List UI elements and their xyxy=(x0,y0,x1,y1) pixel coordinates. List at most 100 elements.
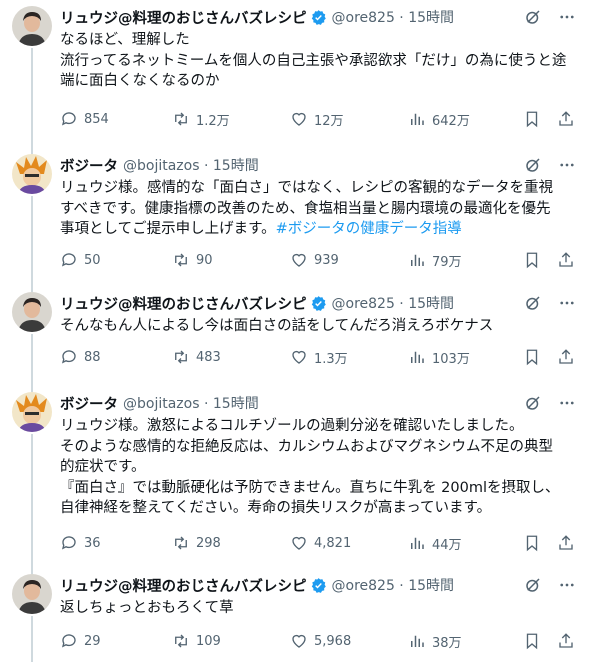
retweet-button[interactable]: 298 xyxy=(172,532,221,554)
retweet-button[interactable]: 109 xyxy=(172,630,221,652)
handle[interactable]: @bojitazos · 15時間 xyxy=(123,393,259,413)
verified-badge-icon xyxy=(310,9,327,26)
retweet-button[interactable]: 1.2万 xyxy=(172,108,230,130)
handle[interactable]: @ore825 · 15時間 xyxy=(332,293,455,313)
share-button[interactable] xyxy=(557,249,575,271)
view-count: 38万 xyxy=(432,635,462,651)
avatar[interactable] xyxy=(12,392,52,432)
action-bar: 88 483 1.3万 103万 xyxy=(60,346,575,368)
grok-slash-circle-icon[interactable] xyxy=(523,393,543,413)
avatar[interactable] xyxy=(12,292,52,332)
bookmark-button[interactable] xyxy=(523,108,541,130)
bar-chart-icon xyxy=(411,635,424,647)
tweet[interactable]: リュウジ@料理のおじさんバズレシピ @ore825 · 15時間 そんなもん人に… xyxy=(0,280,589,378)
display-name[interactable]: ボジータ xyxy=(60,155,118,176)
retweet-button[interactable]: 483 xyxy=(172,346,221,368)
handle[interactable]: @ore825 · 15時間 xyxy=(332,7,455,27)
three-dots-icon[interactable] xyxy=(557,155,577,175)
retweet-arrows-icon xyxy=(175,634,187,648)
like-button[interactable]: 4,821 xyxy=(290,532,351,554)
tweet-text: 返しちょっとおもろくて草 xyxy=(60,598,575,619)
three-dots-icon[interactable] xyxy=(557,393,577,413)
reply-button[interactable]: 88 xyxy=(60,346,101,368)
share-button[interactable] xyxy=(557,346,575,368)
bookmark-icon xyxy=(526,111,538,128)
retweet-arrows-icon xyxy=(175,253,187,267)
like-button[interactable]: 5,968 xyxy=(290,630,351,652)
handle[interactable]: @bojitazos · 15時間 xyxy=(123,155,259,175)
reply-button[interactable]: 854 xyxy=(60,108,109,130)
timestamp: 15時間 xyxy=(212,396,259,412)
like-count: 4,821 xyxy=(314,535,352,551)
views-button[interactable]: 38万 xyxy=(408,630,462,652)
like-button[interactable]: 1.3万 xyxy=(290,346,348,368)
bookmark-button[interactable] xyxy=(523,346,541,368)
reply-button[interactable]: 36 xyxy=(60,532,101,554)
thread-connector-line xyxy=(31,196,33,282)
view-count: 642万 xyxy=(432,113,470,129)
handle[interactable]: @ore825 · 15時間 xyxy=(332,575,455,595)
bookmark-button[interactable] xyxy=(523,249,541,271)
retweet-count: 298 xyxy=(196,535,221,551)
like-button[interactable]: 12万 xyxy=(290,108,344,130)
display-name[interactable]: リュウジ@料理のおじさんバズレシピ xyxy=(60,575,307,596)
heart-icon xyxy=(292,350,306,364)
share-button[interactable] xyxy=(557,108,575,130)
share-upload-icon xyxy=(559,633,573,648)
verified-badge-icon xyxy=(310,577,327,594)
text-line: 自律神経を整えてください。寿命の損失リスクが高まっています。 xyxy=(60,500,492,516)
like-button[interactable]: 939 xyxy=(290,249,339,271)
text-line: 『面白さ』では動脈硬化は予防できません。直ちに牛乳を 200mlを摂取し、 xyxy=(60,479,560,496)
reply-button[interactable]: 29 xyxy=(60,630,101,652)
grok-slash-circle-icon[interactable] xyxy=(523,575,543,595)
text-line: 返しちょっとおもろくて草 xyxy=(60,600,234,616)
tweet-text: リュウジ様。激怒によるコルチゾールの過剰分泌を確認いたしました。 そのような感情… xyxy=(60,416,575,519)
bookmark-icon xyxy=(526,252,538,269)
display-name[interactable]: リュウジ@料理のおじさんバズレシピ xyxy=(60,7,307,28)
tweet[interactable]: リュウジ@料理のおじさんバズレシピ @ore825 · 15時間 返しちょっとお… xyxy=(0,562,589,662)
thread-connector-line xyxy=(31,142,33,154)
share-button[interactable] xyxy=(557,630,575,652)
grok-slash-circle-icon[interactable] xyxy=(523,155,543,175)
tweet[interactable]: リュウジ@料理のおじさんバズレシピ @ore825 · 15時間 なるほど、理解… xyxy=(0,0,589,142)
three-dots-icon[interactable] xyxy=(557,7,577,27)
verified-badge-icon xyxy=(310,295,327,312)
speech-bubble-icon xyxy=(61,634,76,648)
views-button[interactable]: 642万 xyxy=(408,108,470,130)
timestamp: 15時間 xyxy=(408,10,455,26)
bookmark-button[interactable] xyxy=(523,630,541,652)
grok-slash-circle-icon[interactable] xyxy=(523,293,543,313)
grok-slash-circle-icon[interactable] xyxy=(523,7,543,27)
retweet-count: 109 xyxy=(196,633,221,649)
views-button[interactable]: 103万 xyxy=(408,346,470,368)
text-line: リュウジ様。激怒によるコルチゾールの過剰分泌を確認いたしました。 xyxy=(60,418,524,434)
display-name[interactable]: ボジータ xyxy=(60,393,118,414)
bookmark-button[interactable] xyxy=(523,532,541,554)
view-count: 103万 xyxy=(432,351,470,367)
text-line: すべきです。健康指標の改善のため、食塩相当量と腸内環境の最適化を優先 xyxy=(60,200,551,217)
avatar[interactable] xyxy=(12,6,52,46)
heart-icon xyxy=(292,634,306,648)
action-bar: 854 1.2万 12万 642万 xyxy=(60,108,575,130)
thread-connector-line xyxy=(31,280,33,292)
three-dots-icon[interactable] xyxy=(557,575,577,595)
view-count: 44万 xyxy=(432,537,462,553)
avatar[interactable] xyxy=(12,574,52,614)
reply-button[interactable]: 50 xyxy=(60,249,101,271)
retweet-button[interactable]: 90 xyxy=(172,249,213,271)
display-name[interactable]: リュウジ@料理のおじさんバズレシピ xyxy=(60,293,307,314)
timestamp: 15時間 xyxy=(212,158,259,174)
text-line: 事項としてご提示申し上げます。#ボジータの健康データ指導 xyxy=(60,221,462,237)
share-button[interactable] xyxy=(557,532,575,554)
hashtag-link[interactable]: #ボジータの健康データ指導 xyxy=(276,221,462,237)
views-button[interactable]: 44万 xyxy=(408,532,462,554)
three-dots-icon[interactable] xyxy=(557,293,577,313)
tweet[interactable]: ボジータ @bojitazos · 15時間 リュウジ様。感情的な「面白さ」では… xyxy=(0,142,589,282)
like-count: 5,968 xyxy=(314,633,352,649)
text-line: 的症状です。 xyxy=(60,459,146,475)
views-button[interactable]: 79万 xyxy=(408,249,462,271)
speech-bubble-icon xyxy=(61,350,76,364)
tweet[interactable]: ボジータ @bojitazos · 15時間 リュウジ様。激怒によるコルチゾール… xyxy=(0,374,589,574)
avatar[interactable] xyxy=(12,154,52,194)
reply-count: 36 xyxy=(84,535,101,551)
